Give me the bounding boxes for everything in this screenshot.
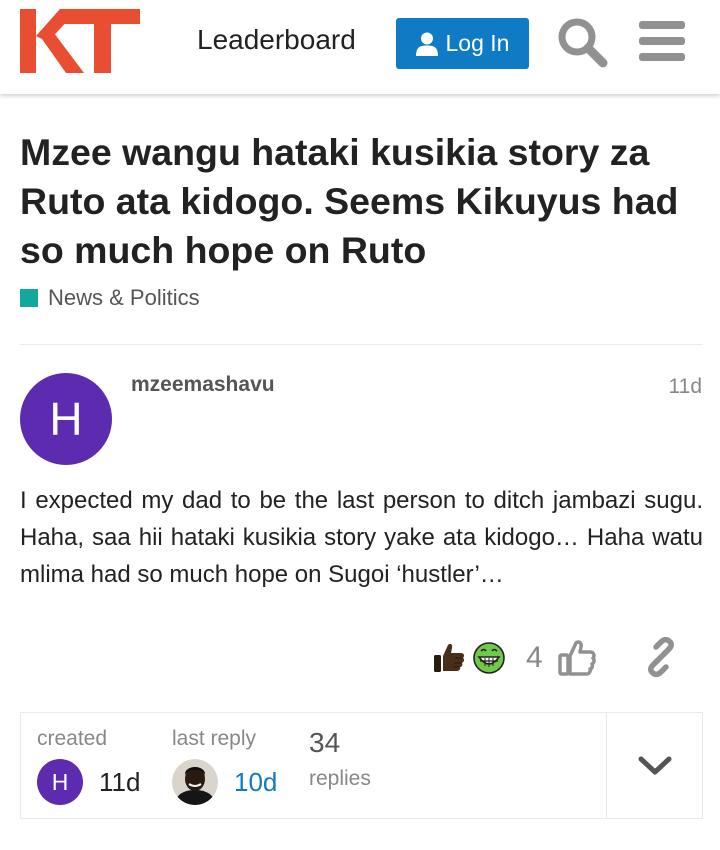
last-reply-label: last reply <box>172 727 257 750</box>
topic-summary-map: created H 11d last reply 10d 34 replies <box>20 712 703 819</box>
post-date[interactable]: 11d <box>669 375 702 399</box>
post-reactions[interactable]: 4 <box>432 638 597 678</box>
created-date: 11d <box>99 766 141 797</box>
leaderboard-link[interactable]: Leaderboard <box>197 22 356 58</box>
post-author-username[interactable]: mzeemashavu <box>131 373 275 397</box>
login-button-label: Log In <box>445 30 510 56</box>
category-badge[interactable]: News & Politics <box>20 285 200 311</box>
topic-title[interactable]: Mzee wangu hataki kusikia story za Ruto … <box>20 128 700 275</box>
user-icon <box>415 32 438 56</box>
created-label: created <box>37 727 108 750</box>
reaction-count: 4 <box>526 641 543 674</box>
last-reply-date[interactable]: 10d <box>234 767 277 798</box>
topic-divider <box>20 344 703 345</box>
link-icon[interactable] <box>640 636 682 678</box>
category-color-square <box>20 289 38 307</box>
login-button[interactable]: Log In <box>396 18 529 69</box>
grinning-green-face-emoji[interactable] <box>472 641 506 675</box>
last-reply-user-avatar[interactable] <box>172 759 218 805</box>
summary-created[interactable]: created H 11d <box>37 727 140 805</box>
summary-replies: 34 replies <box>309 727 371 791</box>
expand-summary-button[interactable] <box>607 713 703 818</box>
site-header: Leaderboard Log In <box>0 0 720 94</box>
thumbs-up-outline-icon[interactable] <box>557 638 597 678</box>
thumbs-up-dark-skin-emoji[interactable] <box>432 641 466 675</box>
chevron-down-icon <box>638 756 672 774</box>
created-user-avatar[interactable]: H <box>37 759 83 805</box>
replies-count: 34 <box>309 727 341 758</box>
replies-label: replies <box>309 767 371 790</box>
summary-last-reply[interactable]: last reply 10d <box>172 727 277 805</box>
post-author-avatar[interactable]: H <box>20 373 112 465</box>
post-body: I expected my dad to be the last person … <box>20 487 703 588</box>
kt-logo[interactable] <box>20 9 140 73</box>
hamburger-menu-icon[interactable] <box>634 14 690 70</box>
search-icon[interactable] <box>554 14 610 70</box>
category-label: News & Politics <box>48 285 200 310</box>
